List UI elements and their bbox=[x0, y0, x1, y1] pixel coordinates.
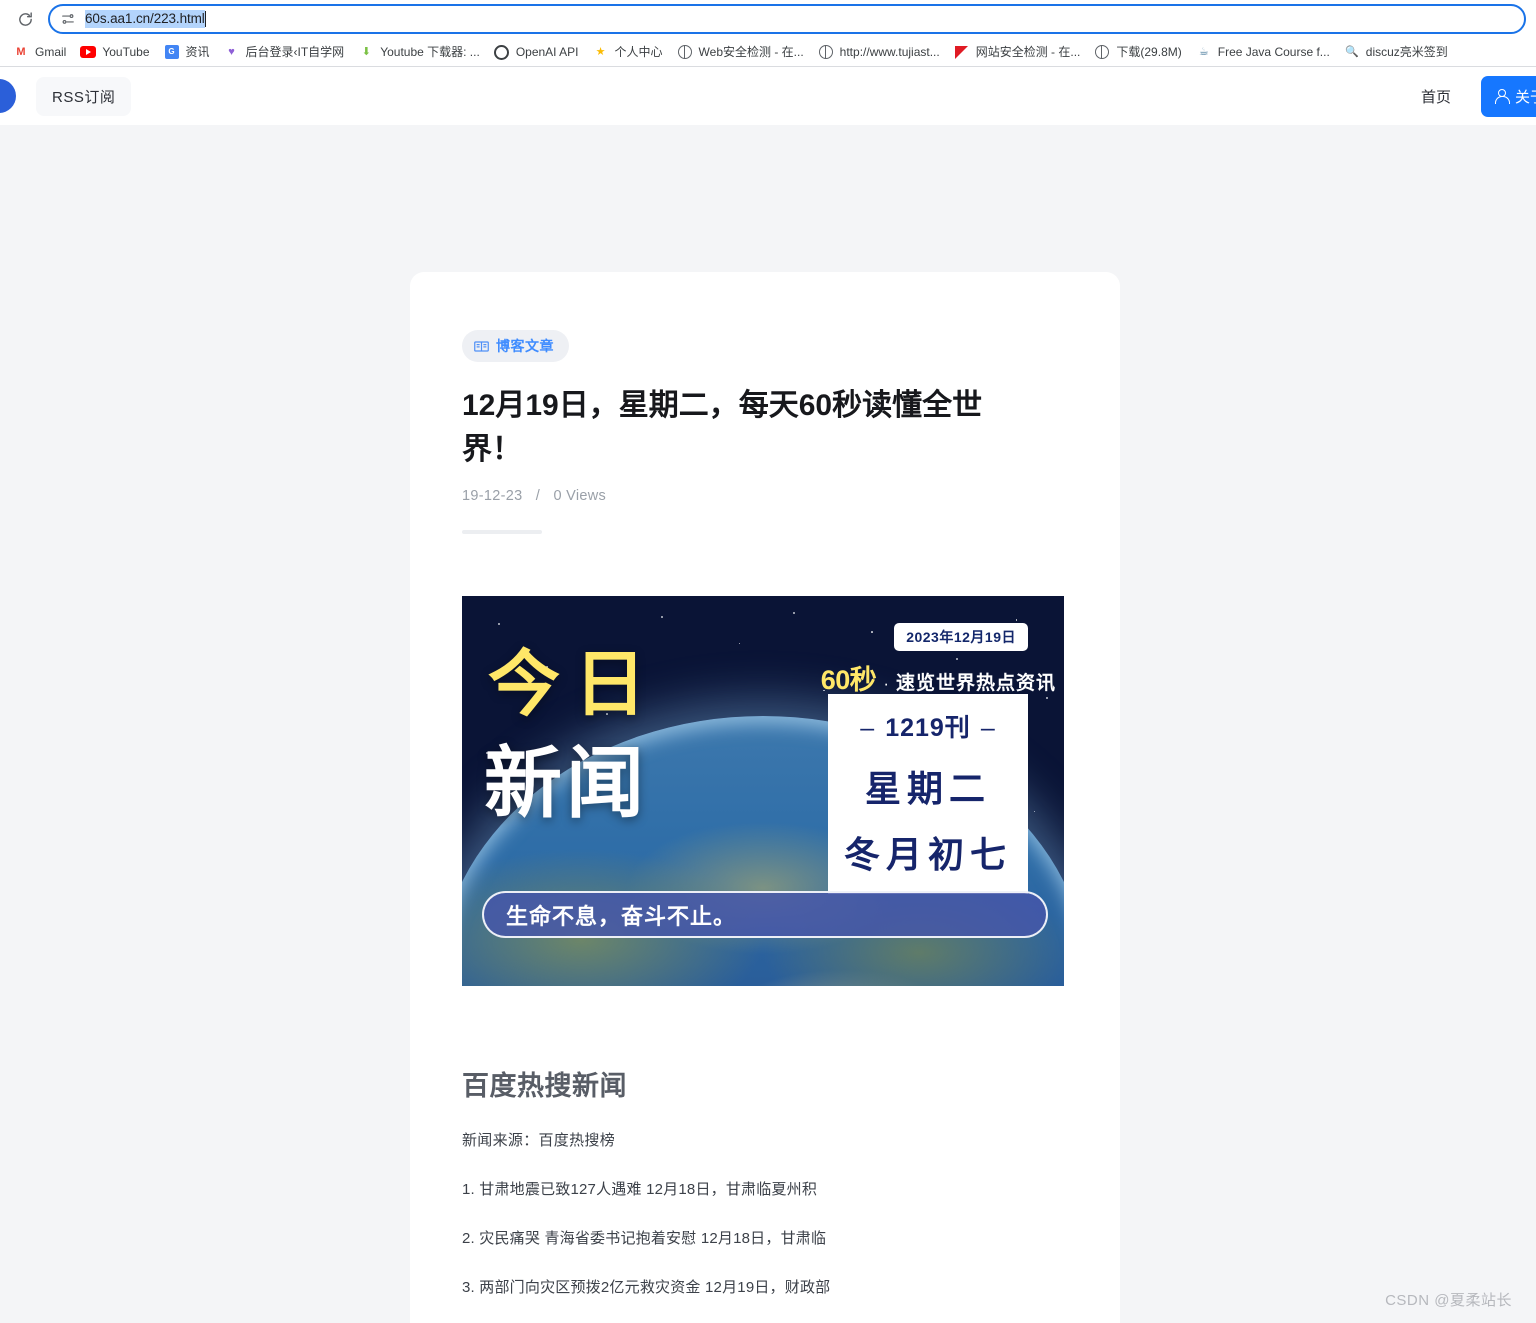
banner-title-top: 今日 bbox=[488, 645, 661, 725]
bookmark-youtube-downloader[interactable]: ⬇ Youtube 下载器: ... bbox=[351, 41, 487, 63]
star-icon: ★ bbox=[595, 45, 606, 58]
banner-dot-separator: · bbox=[883, 674, 889, 693]
banner-sixty-seconds: 60秒 bbox=[820, 665, 877, 695]
title-divider bbox=[462, 530, 542, 534]
person-icon bbox=[1494, 89, 1510, 104]
news-list-item: 1. 甘肃地震已致127人遇难 12月18日，甘肃临夏州积 bbox=[462, 1181, 818, 1198]
bookmark-download[interactable]: 下载(29.8M) bbox=[1087, 41, 1188, 63]
news-list-item: 3. 两部门向灾区预拨2亿元救灾资金 12月19日，财政部 bbox=[462, 1279, 831, 1296]
site-header: RSS订阅 首页 关于我 bbox=[0, 67, 1536, 125]
reload-icon[interactable] bbox=[10, 4, 40, 34]
book-icon bbox=[474, 340, 489, 353]
bookmark-personal-center[interactable]: ★ 个人中心 bbox=[586, 41, 670, 63]
download-icon: ⬇ bbox=[361, 45, 371, 58]
globe-icon bbox=[818, 44, 834, 60]
bookmark-label: OpenAI API bbox=[515, 45, 579, 59]
omnibox-row: 60s.aa1.cn/223.html bbox=[0, 0, 1536, 38]
search-icon: 🔍 bbox=[1344, 45, 1359, 58]
bookmark-label: YouTube bbox=[102, 45, 150, 59]
site-nav-right: 首页 关于我 bbox=[1409, 75, 1536, 117]
globe-icon bbox=[677, 44, 693, 60]
bookmark-label: http://www.tujiast... bbox=[839, 45, 940, 59]
bookmark-label: Youtube 下载器: ... bbox=[380, 45, 480, 59]
article-meta: 19-12-23 / 0 Views bbox=[462, 488, 1068, 504]
dash-left: – bbox=[860, 714, 876, 742]
banner-date-chip: 2023年12月19日 bbox=[894, 623, 1028, 651]
banner-issue: 1219刊 bbox=[885, 714, 971, 742]
bookmark-tujiast[interactable]: http://www.tujiast... bbox=[811, 41, 947, 63]
bookmark-youtube[interactable]: YouTube bbox=[73, 41, 156, 63]
url-text[interactable]: 60s.aa1.cn/223.html bbox=[85, 10, 205, 28]
csdn-watermark: CSDN @夏柔站长 bbox=[1385, 1292, 1512, 1309]
bookmark-web-security[interactable]: Web安全检测 - 在... bbox=[670, 41, 811, 63]
globe-icon bbox=[1094, 44, 1110, 60]
bookmark-google-news[interactable]: G 资讯 bbox=[157, 41, 217, 63]
banner-issue-row: –1219刊 – bbox=[838, 708, 1018, 744]
bookmark-label: discuz亮米签到 bbox=[1365, 45, 1448, 59]
address-bar[interactable]: 60s.aa1.cn/223.html bbox=[48, 4, 1526, 34]
bookmark-label: 下载(29.8M) bbox=[1116, 45, 1182, 59]
news-list-item: 2. 灾民痛哭 青海省委书记抱着安慰 12月18日，甘肃临 bbox=[462, 1230, 827, 1247]
news-banner-image: 今日 新闻 2023年12月19日 60秒 · 速览世界热点资讯 –1219刊 –… bbox=[462, 596, 1064, 986]
news-section-heading: 百度热搜新闻 bbox=[462, 1071, 627, 1101]
bookmark-site-security[interactable]: 网站安全检测 - 在... bbox=[947, 41, 1088, 63]
meta-separator: / bbox=[535, 488, 541, 504]
about-button[interactable]: 关于我 bbox=[1480, 75, 1536, 117]
banner-weekday: 星期二 bbox=[864, 768, 991, 809]
youtube-icon bbox=[80, 44, 97, 60]
banner-lunar-date: 冬月初七 bbox=[843, 834, 1012, 875]
bookmark-free-java-course[interactable]: ☕ Free Java Course f... bbox=[1189, 41, 1337, 63]
about-button-label: 关于我 bbox=[1514, 88, 1536, 106]
nav-item-home[interactable]: 首页 bbox=[1409, 78, 1463, 115]
heart-icon: ♥ bbox=[228, 45, 235, 58]
bookmark-label: 网站安全检测 - 在... bbox=[975, 45, 1081, 59]
banner-quote-text: 生命不息，奋斗不止。 bbox=[506, 903, 737, 929]
bookmark-it-login[interactable]: ♥ 后台登录‹IT自学网 bbox=[217, 41, 352, 63]
bookmark-openai-api[interactable]: OpenAI API bbox=[487, 41, 586, 63]
site-nav-left: RSS订阅 bbox=[36, 76, 132, 116]
banner-quote-box: 生命不息，奋斗不止。 bbox=[482, 891, 1048, 938]
category-badge-label: 博客文章 bbox=[496, 338, 554, 354]
news-source: 新闻来源：百度热搜榜 bbox=[462, 1132, 616, 1149]
bookmark-label: Free Java Course f... bbox=[1217, 45, 1330, 59]
bookmark-label: 资讯 bbox=[185, 45, 210, 59]
text-caret bbox=[204, 11, 206, 27]
site-info-icon[interactable] bbox=[60, 11, 76, 27]
article-views: 0 Views bbox=[553, 488, 607, 504]
site-logo[interactable] bbox=[0, 79, 16, 113]
bookmark-gmail[interactable]: M Gmail bbox=[6, 41, 73, 63]
bookmark-label: 后台登录‹IT自学网 bbox=[245, 45, 345, 59]
page-title: 12月19日，星期二，每天60秒读懂全世界！ bbox=[462, 389, 983, 466]
java-icon: ☕ bbox=[1198, 45, 1209, 58]
bookmark-discuz[interactable]: 🔍 discuz亮米签到 bbox=[1337, 41, 1455, 63]
google-news-icon: G bbox=[164, 44, 180, 60]
banner-tagline-text: 速览世界热点资讯 bbox=[895, 673, 1056, 694]
gmail-icon: M bbox=[16, 45, 26, 58]
bookmarks-bar: M Gmail YouTube G 资讯 ♥ 后台登录‹IT自学网 ⬇ Yout… bbox=[0, 38, 1536, 66]
nav-item-rss[interactable]: RSS订阅 bbox=[36, 76, 132, 116]
browser-chrome: 60s.aa1.cn/223.html M Gmail YouTube G 资讯… bbox=[0, 0, 1536, 67]
red-triangle-icon bbox=[954, 44, 970, 60]
banner-tagline: 60秒 · 速览世界热点资讯 bbox=[821, 658, 1056, 697]
category-badge[interactable]: 博客文章 bbox=[462, 330, 569, 362]
dash-right: – bbox=[980, 714, 996, 742]
banner-info-panel: –1219刊 – 星期二 冬月初七 bbox=[828, 694, 1028, 894]
openai-icon bbox=[494, 44, 510, 60]
page-content: RSS订阅 首页 关于我 博客文章 12月 bbox=[0, 67, 1536, 1323]
article-card: 博客文章 12月19日，星期二，每天60秒读懂全世界！ 19-12-23 / 0… bbox=[410, 272, 1120, 1323]
bookmark-label: 个人中心 bbox=[614, 45, 663, 59]
bookmark-label: Gmail bbox=[35, 45, 67, 59]
article-date: 19-12-23 bbox=[462, 488, 523, 504]
bookmark-label: Web安全检测 - 在... bbox=[698, 45, 804, 59]
banner-title-bottom: 新闻 bbox=[484, 739, 649, 827]
